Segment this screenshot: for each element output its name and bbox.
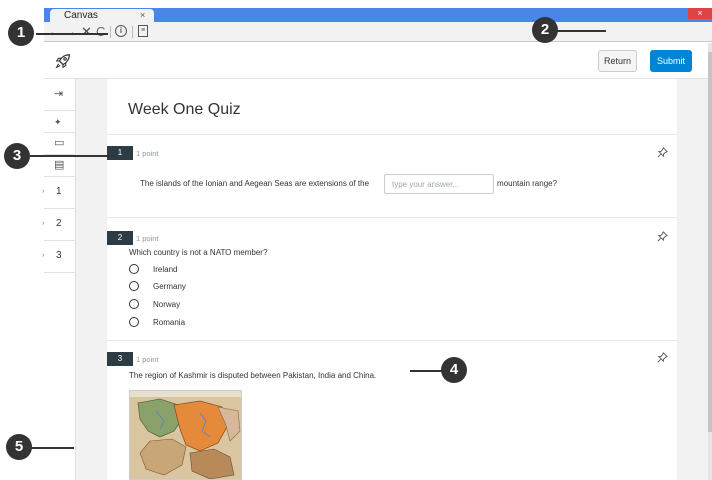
browser-toolbar: ← → ✕ C i ≡ [44, 22, 712, 42]
forward-arrow-icon[interactable]: → [64, 24, 77, 39]
question-points: 1 point [136, 355, 159, 364]
radio-germany[interactable] [129, 281, 139, 291]
tab-title: Canvas [64, 10, 98, 21]
callout-leader-line [30, 447, 74, 449]
notes-icon: ▤ [54, 159, 65, 171]
browser-tab[interactable]: Canvas × [50, 9, 154, 23]
pin-icon[interactable] [657, 147, 668, 158]
calculator-icon: ▭ [54, 137, 65, 149]
radio-romania[interactable] [129, 317, 139, 327]
toolbar-divider [110, 26, 111, 38]
callout-marker: 3 [4, 143, 30, 169]
collapse-arrow-icon: ⇥ [54, 88, 64, 100]
option-label: Romania [153, 318, 186, 327]
info-icon[interactable]: i [115, 25, 127, 37]
page-icon[interactable]: ≡ [138, 25, 148, 37]
rail-pin[interactable]: ✦ [44, 111, 75, 133]
rail-collapse[interactable]: ⇥ [44, 79, 75, 111]
rail-notes[interactable]: ▤ [44, 155, 75, 177]
option-label: Norway [153, 300, 181, 309]
question-text-suffix: mountain range? [497, 179, 558, 188]
back-arrow-icon[interactable]: ← [48, 24, 61, 39]
toolbar-divider [132, 26, 133, 38]
caret-right-icon: › [42, 220, 45, 227]
question-number-badge: 2 [107, 231, 133, 245]
rail-question-number: 3 [56, 250, 62, 261]
question-number-badge: 3 [107, 352, 133, 366]
rocket-icon [55, 54, 70, 69]
kashmir-map-image [129, 390, 242, 480]
callout-leader-line [410, 370, 444, 372]
submit-button[interactable]: Submit [650, 50, 692, 72]
reload-icon[interactable]: C [96, 24, 105, 39]
question-points: 1 point [136, 234, 159, 243]
caret-right-icon: › [42, 188, 45, 195]
rail-question-1[interactable]: › 1 [42, 177, 75, 209]
question-points: 1 point [136, 149, 159, 158]
callout-marker: 5 [6, 434, 32, 460]
callout-leader-line [30, 155, 114, 157]
rail-calculator[interactable]: ▭ [44, 133, 75, 155]
question-text: The islands of the Ionian and Aegean Sea… [140, 179, 370, 188]
option-label: Ireland [153, 265, 178, 274]
callout-marker: 2 [532, 17, 558, 43]
callout-marker: 4 [441, 357, 467, 383]
page-title: Week One Quiz [128, 101, 241, 118]
divider [107, 134, 677, 135]
map-illustration [130, 391, 241, 479]
question-nav-rail: ⇥ ✦ ▭ ▤ › 1 › 2 › 3 [42, 79, 76, 480]
divider [107, 217, 677, 218]
option-label: Germany [153, 282, 186, 291]
pin-icon[interactable] [657, 352, 668, 363]
pin-icon: ✦ [54, 117, 62, 127]
question-number-badge: 1 [107, 146, 133, 160]
caret-right-icon: › [42, 252, 45, 259]
tab-strip: Canvas × × [44, 8, 712, 23]
return-button[interactable]: Return [598, 50, 637, 72]
question-text: The region of Kashmir is disputed betwee… [129, 371, 377, 380]
callout-marker: 1 [8, 20, 34, 46]
window-close-button[interactable]: × [688, 8, 712, 19]
rail-question-number: 2 [56, 218, 62, 229]
quiz-header-bar: Return Submit [44, 43, 712, 79]
rail-question-number: 1 [56, 186, 62, 197]
callout-leader-line [556, 30, 606, 32]
divider [107, 340, 677, 341]
answer-input[interactable] [384, 174, 494, 194]
pin-icon[interactable] [657, 231, 668, 242]
rail-question-2[interactable]: › 2 [42, 209, 75, 241]
radio-ireland[interactable] [129, 264, 139, 274]
stop-icon[interactable]: ✕ [81, 24, 92, 39]
screenshot-root: Canvas × × ← → ✕ C i ≡ Return Submit ⇥ ✦… [0, 0, 712, 480]
question-text: Which country is not a NATO member? [129, 248, 268, 257]
browser-chrome: Canvas × × ← → ✕ C i ≡ [44, 8, 712, 42]
tab-close-icon[interactable]: × [140, 9, 145, 21]
rail-question-3[interactable]: › 3 [42, 241, 75, 273]
callout-leader-line [36, 33, 108, 35]
radio-norway[interactable] [129, 299, 139, 309]
scrollbar-thumb[interactable] [708, 52, 712, 432]
